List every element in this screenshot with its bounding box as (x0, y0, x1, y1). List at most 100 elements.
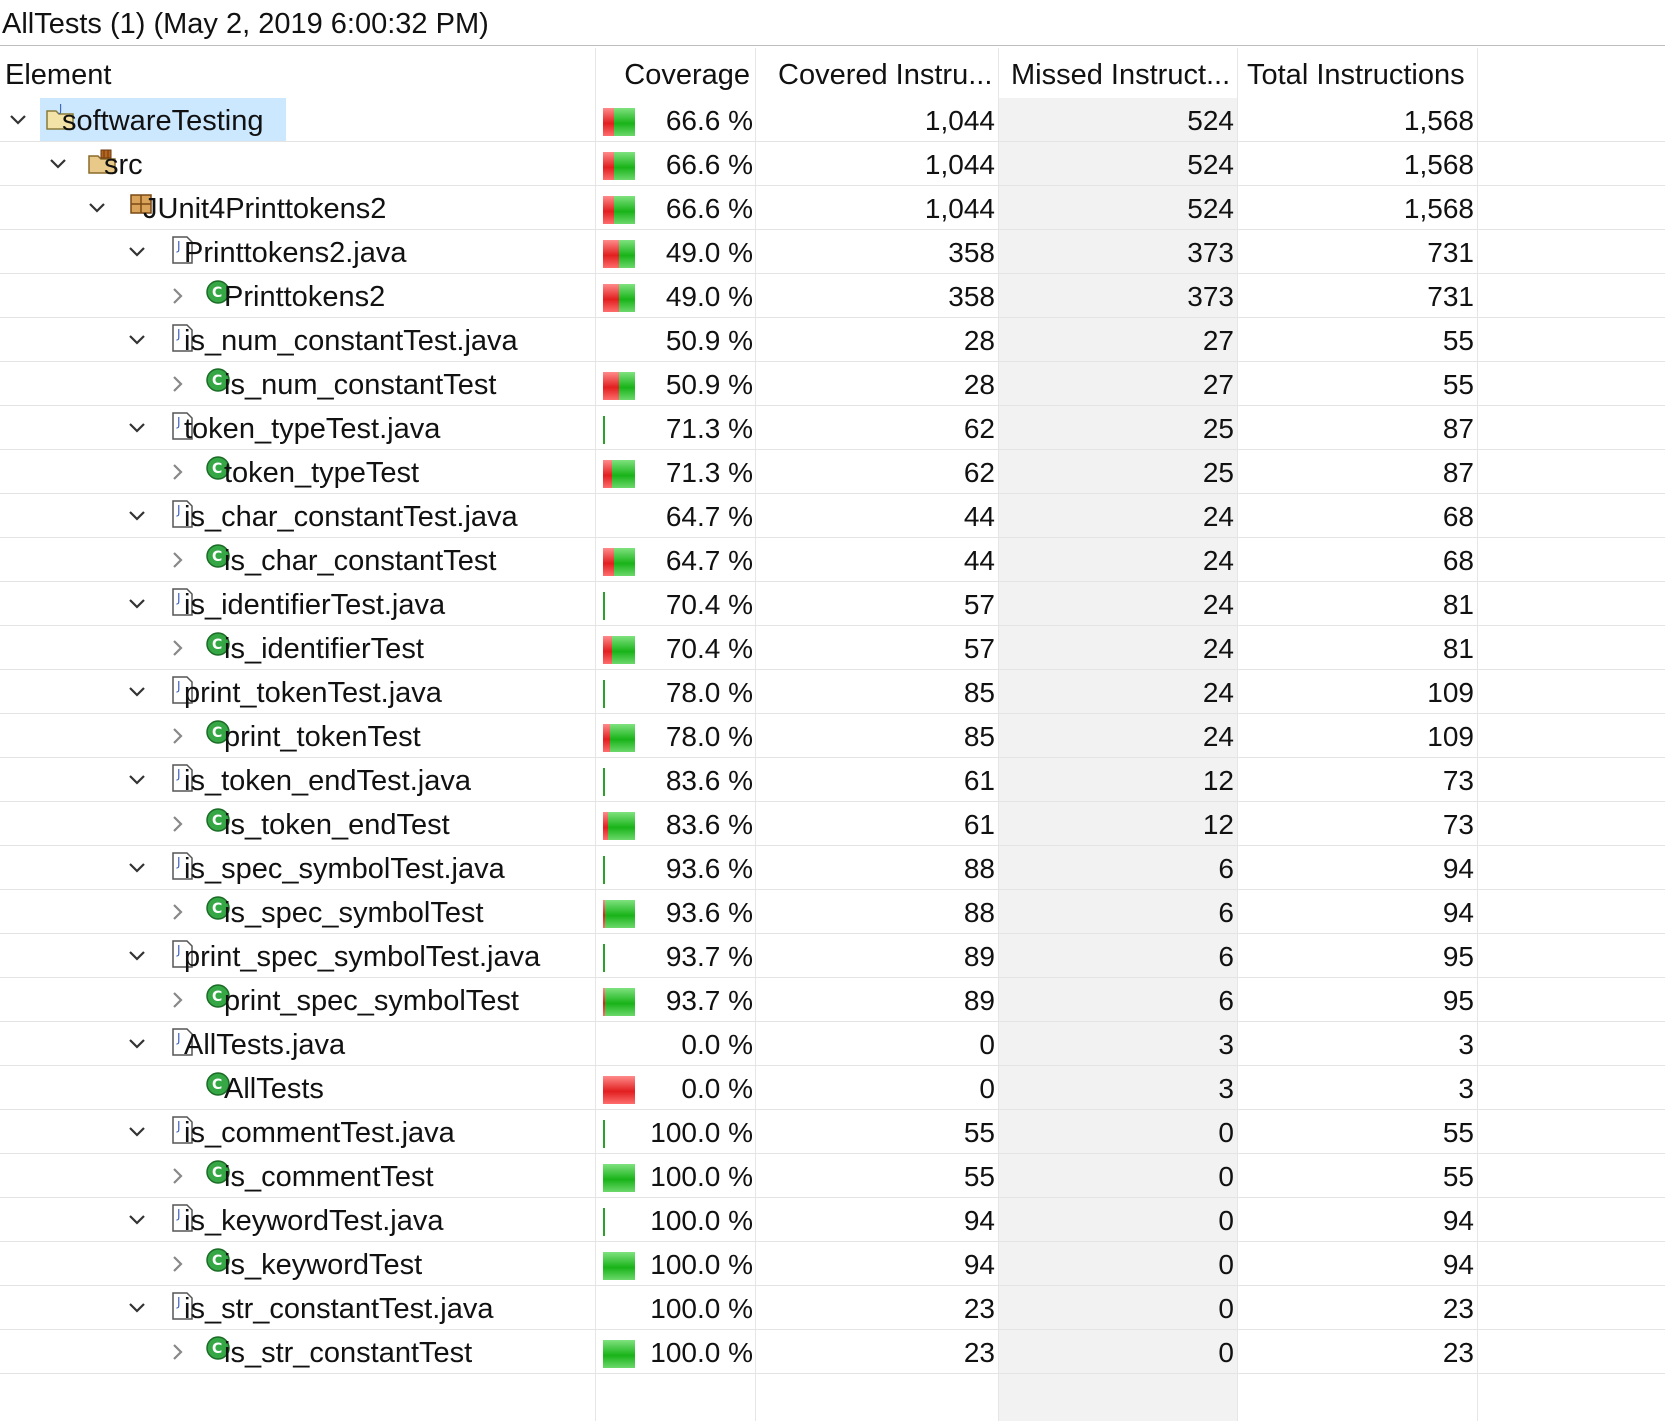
class-row[interactable]: Cis_char_constantTest 64.7 % 44 24 68 (0, 538, 1665, 582)
column-header-covered[interactable]: Covered Instru... (778, 48, 996, 98)
chevron-down-icon[interactable] (125, 934, 149, 977)
class-row[interactable]: Cis_str_constantTest 100.0 % 23 0 23 (0, 1330, 1665, 1374)
table-row[interactable]: src 66.6 % 1,044 524 1,568 (0, 142, 1665, 186)
covered-instructions: 85 (963, 721, 995, 752)
table-row[interactable]: Jis_token_endTest.java 83.6 % 61 12 73 (0, 758, 1665, 802)
class-row[interactable]: Cis_token_endTest 83.6 % 61 12 73 (0, 802, 1665, 846)
table-row[interactable]: Jprint_spec_symbolTest.java 93.7 % 89 6 95 (0, 934, 1665, 978)
table-row[interactable]: Jis_char_constantTest.java 64.7 % 44 24 68 (0, 494, 1665, 538)
chevron-right-icon[interactable] (165, 1242, 189, 1285)
chevron-right-icon[interactable] (165, 978, 189, 1021)
chevron-down-icon[interactable] (125, 582, 149, 625)
total-instructions: 55 (1442, 1117, 1474, 1148)
table-row[interactable]: Jis_str_constantTest.java 100.0 % 23 0 23 (0, 1286, 1665, 1330)
total-instructions: 23 (1442, 1293, 1474, 1324)
table-row[interactable]: J AllTests.java 0.0 % 0 3 3 (0, 1022, 1665, 1066)
class-row[interactable]: Cis_spec_symbolTest 93.6 % 88 6 94 (0, 890, 1665, 934)
coverage-bar-covered (612, 636, 635, 664)
chevron-down-icon[interactable] (125, 406, 149, 449)
chevron-down-icon[interactable] (125, 1286, 149, 1329)
chevron-right-icon[interactable] (165, 274, 189, 317)
total-instructions: 81 (1442, 589, 1474, 620)
chevron-right-icon[interactable] (165, 1154, 189, 1197)
table-row[interactable]: JUnit4Printtokens2 66.6 % 1,044 524 1,568 (0, 186, 1665, 230)
missed-instructions: 12 (1202, 809, 1234, 840)
class-row[interactable]: Cis_commentTest 100.0 % 55 0 55 (0, 1154, 1665, 1198)
column-header-total[interactable]: Total Instructions (1247, 48, 1475, 98)
class-row[interactable]: Cprint_tokenTest 78.0 % 85 24 109 (0, 714, 1665, 758)
class-row[interactable]: Cis_identifierTest 70.4 % 57 24 81 (0, 626, 1665, 670)
coverage-value: 0.0 % (681, 1029, 753, 1060)
chevron-down-icon[interactable] (46, 142, 70, 185)
covered-instructions: 28 (963, 325, 995, 356)
missed-instructions: 24 (1202, 633, 1234, 664)
table-row[interactable]: Jtoken_typeTest.java 71.3 % 62 25 87 (0, 406, 1665, 450)
element-name: is_token_endTest.java (184, 765, 471, 797)
element-name: is_commentTest.java (184, 1117, 455, 1149)
class-row[interactable]: Ctoken_typeTest 71.3 % 62 25 87 (0, 450, 1665, 494)
coverage-bar-missed (603, 240, 619, 268)
total-instructions: 87 (1442, 413, 1474, 444)
chevron-down-icon[interactable] (125, 230, 149, 273)
chevron-down-icon[interactable] (125, 1198, 149, 1241)
chevron-down-icon[interactable] (125, 318, 149, 361)
missed-instructions: 0 (1218, 1161, 1234, 1192)
column-header-missed[interactable]: Missed Instruct... (1011, 48, 1235, 98)
table-row[interactable]: JsoftwareTesting 66.6 % 1,044 524 1,568 (0, 98, 1665, 142)
table-row[interactable]: Jis_spec_symbolTest.java 93.6 % 88 6 94 (0, 846, 1665, 890)
class-row[interactable]: C AllTests 0.0 % 0 3 3 (0, 1066, 1665, 1110)
chevron-right-icon[interactable] (165, 714, 189, 757)
covered-instructions: 89 (963, 941, 995, 972)
column-header-coverage[interactable]: Coverage (600, 48, 750, 98)
chevron-down-icon[interactable] (125, 846, 149, 889)
element-name: is_spec_symbolTest (224, 897, 484, 929)
class-row[interactable]: Cprint_spec_symbolTest 93.7 % 89 6 95 (0, 978, 1665, 1022)
coverage-value: 100.0 % (650, 1293, 753, 1324)
chevron-right-icon[interactable] (165, 538, 189, 581)
coverage-value: 64.7 % (665, 545, 753, 576)
covered-instructions: 88 (963, 853, 995, 884)
chevron-right-icon[interactable] (165, 362, 189, 405)
table-row[interactable]: Jis_keywordTest.java 100.0 % 94 0 94 (0, 1198, 1665, 1242)
class-row[interactable]: Cis_keywordTest 100.0 % 94 0 94 (0, 1242, 1665, 1286)
chevron-down-icon[interactable] (6, 98, 30, 141)
table-row[interactable]: Jis_identifierTest.java 70.4 % 57 24 81 (0, 582, 1665, 626)
chevron-right-icon[interactable] (165, 626, 189, 669)
element-name: is_identifierTest (224, 633, 424, 665)
total-instructions: 109 (1427, 677, 1474, 708)
column-header-element[interactable]: Element (5, 48, 585, 98)
chevron-down-icon[interactable] (125, 1110, 149, 1153)
total-instructions: 55 (1442, 325, 1474, 356)
class-row[interactable]: C Printtokens2 49.0 % 358 373 731 (0, 274, 1665, 318)
table-row[interactable]: J Printtokens2.java 49.0 % 358 373 731 (0, 230, 1665, 274)
svg-text:J: J (176, 855, 181, 869)
table-row[interactable]: Jis_num_constantTest.java 50.9 % 28 27 55 (0, 318, 1665, 362)
coverage-value: 49.0 % (665, 237, 753, 268)
coverage-value: 93.7 % (665, 941, 753, 972)
coverage-bar (603, 284, 635, 312)
table-row[interactable]: Jprint_tokenTest.java 78.0 % 85 24 109 (0, 670, 1665, 714)
svg-text:J: J (176, 239, 181, 253)
element-name: is_str_constantTest (224, 1337, 473, 1369)
chevron-down-icon[interactable] (85, 186, 109, 229)
chevron-down-icon[interactable] (125, 670, 149, 713)
class-row[interactable]: Cis_num_constantTest 50.9 % 28 27 55 (0, 362, 1665, 406)
total-instructions: 68 (1442, 545, 1474, 576)
coverage-value: 100.0 % (650, 1205, 753, 1236)
chevron-down-icon[interactable] (125, 758, 149, 801)
chevron-right-icon[interactable] (165, 802, 189, 845)
covered-instructions: 23 (963, 1293, 995, 1324)
chevron-right-icon[interactable] (165, 450, 189, 493)
covered-instructions: 94 (963, 1249, 995, 1280)
chevron-right-icon[interactable] (165, 890, 189, 933)
coverage-bar-covered (619, 284, 635, 312)
table-row[interactable]: Jis_commentTest.java 100.0 % 55 0 55 (0, 1110, 1665, 1154)
missed-instructions: 0 (1218, 1293, 1234, 1324)
covered-instructions: 88 (963, 897, 995, 928)
coverage-bar-missed (603, 284, 619, 312)
chevron-down-icon[interactable] (125, 494, 149, 537)
chevron-down-icon[interactable] (125, 1022, 149, 1065)
svg-text:C: C (212, 1341, 222, 1357)
chevron-right-icon[interactable] (165, 1330, 189, 1373)
table-header: Element Coverage Covered Instru... Misse… (0, 48, 1480, 98)
